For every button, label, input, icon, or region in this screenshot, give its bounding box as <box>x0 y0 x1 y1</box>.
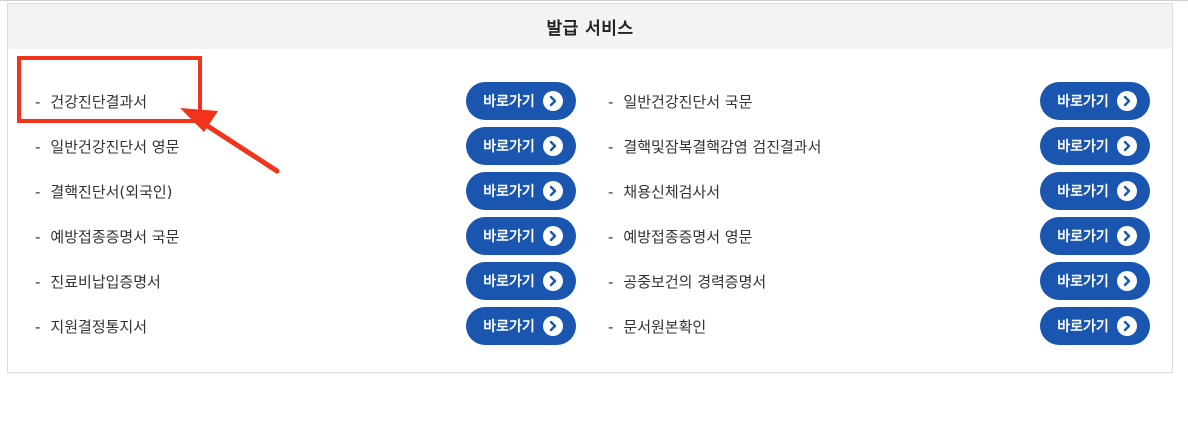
service-item: - 문서원본확인 <box>608 307 706 345</box>
service-item-text: 지원결정통지서 <box>50 317 148 336</box>
go-button[interactable]: 바로가기 <box>1040 82 1150 120</box>
service-item-text: 결핵및잠복결핵감염 검진결과서 <box>623 137 822 156</box>
service-item: - 예방접종증명서 국문 <box>35 217 179 255</box>
service-item: - 예방접종증명서 영문 <box>608 217 752 255</box>
service-item-label: - 진료비납입증명서 <box>35 271 161 292</box>
service-item: - 결핵및잠복결핵감염 검진결과서 <box>608 127 821 165</box>
go-button-label: 바로가기 <box>483 274 535 290</box>
service-item-text: 공중보건의 경력증명서 <box>623 272 767 291</box>
go-button-label: 바로가기 <box>1057 184 1109 200</box>
service-item-label: - 결핵및잠복결핵감염 검진결과서 <box>608 136 821 157</box>
go-button-label: 바로가기 <box>1057 319 1109 335</box>
chevron-right-circle-icon <box>542 91 563 111</box>
service-item-label: - 결핵진단서(외국인) <box>35 181 173 202</box>
service-item-label: - 예방접종증명서 국문 <box>35 226 179 247</box>
service-item-text: 결핵진단서(외국인) <box>50 182 173 201</box>
go-button[interactable]: 바로가기 <box>1040 127 1150 165</box>
list-dash: - <box>608 317 614 336</box>
chevron-right-circle-icon <box>542 181 563 201</box>
chevron-right-circle-icon <box>1116 181 1137 201</box>
chevron-right-circle-icon <box>542 316 563 336</box>
service-item-text: 일반건강진단서 국문 <box>623 92 753 111</box>
panel-title: 발급 서비스 <box>8 4 1172 49</box>
list-dash: - <box>35 317 41 336</box>
go-button[interactable]: 바로가기 <box>1040 217 1150 255</box>
go-button[interactable]: 바로가기 <box>466 307 576 345</box>
go-button-label: 바로가기 <box>1057 274 1109 290</box>
service-item: - 지원결정통지서 <box>35 307 147 345</box>
go-button[interactable]: 바로가기 <box>466 172 576 210</box>
go-button[interactable]: 바로가기 <box>466 262 576 300</box>
go-button-label: 바로가기 <box>1057 94 1109 110</box>
service-item-text: 진료비납입증명서 <box>50 272 161 291</box>
service-item-text: 일반건강진단서 영문 <box>50 137 180 156</box>
list-dash: - <box>35 182 41 201</box>
list-dash: - <box>35 227 41 246</box>
go-button[interactable]: 바로가기 <box>1040 172 1150 210</box>
go-button[interactable]: 바로가기 <box>466 217 576 255</box>
service-item-label: - 문서원본확인 <box>608 316 706 337</box>
top-divider <box>0 0 1188 1</box>
service-item-text: 예방접종증명서 영문 <box>623 227 753 246</box>
list-dash: - <box>35 137 41 156</box>
service-item-label: - 예방접종증명서 영문 <box>608 226 752 247</box>
go-button-label: 바로가기 <box>1057 229 1109 245</box>
chevron-right-circle-icon <box>1116 316 1137 336</box>
service-item: - 진료비납입증명서 <box>35 262 161 300</box>
service-item: - 결핵진단서(외국인) <box>35 172 173 210</box>
service-item-label: - 일반건강진단서 영문 <box>35 136 179 157</box>
go-button-label: 바로가기 <box>483 184 535 200</box>
chevron-right-circle-icon <box>1116 91 1137 111</box>
go-button[interactable]: 바로가기 <box>466 127 576 165</box>
service-item-label: - 채용신체검사서 <box>608 181 720 202</box>
highlight-box <box>17 56 202 123</box>
go-button-label: 바로가기 <box>483 229 535 245</box>
chevron-right-circle-icon <box>542 136 563 156</box>
chevron-right-circle-icon <box>1116 136 1137 156</box>
chevron-right-circle-icon <box>542 226 563 246</box>
service-item-label: - 지원결정통지서 <box>35 316 147 337</box>
go-button-label: 바로가기 <box>483 139 535 155</box>
list-dash: - <box>608 227 614 246</box>
service-item: - 일반건강진단서 영문 <box>35 127 179 165</box>
go-button-label: 바로가기 <box>483 319 535 335</box>
list-dash: - <box>608 182 614 201</box>
service-item: - 일반건강진단서 국문 <box>608 82 752 120</box>
service-item: - 채용신체검사서 <box>608 172 720 210</box>
service-item-label: - 공중보건의 경력증명서 <box>608 271 766 292</box>
list-dash: - <box>608 272 614 291</box>
list-dash: - <box>608 92 614 111</box>
service-item-text: 예방접종증명서 국문 <box>50 227 180 246</box>
service-item-text: 문서원본확인 <box>623 317 707 336</box>
chevron-right-circle-icon <box>542 271 563 291</box>
service-item-label: - 일반건강진단서 국문 <box>608 91 752 112</box>
list-dash: - <box>35 272 41 291</box>
go-button[interactable]: 바로가기 <box>466 82 576 120</box>
go-button[interactable]: 바로가기 <box>1040 262 1150 300</box>
list-dash: - <box>608 137 614 156</box>
service-item-text: 채용신체검사서 <box>623 182 721 201</box>
go-button-label: 바로가기 <box>483 94 535 110</box>
chevron-right-circle-icon <box>1116 271 1137 291</box>
go-button[interactable]: 바로가기 <box>1040 307 1150 345</box>
go-button-label: 바로가기 <box>1057 139 1109 155</box>
chevron-right-circle-icon <box>1116 226 1137 246</box>
service-item: - 공중보건의 경력증명서 <box>608 262 766 300</box>
